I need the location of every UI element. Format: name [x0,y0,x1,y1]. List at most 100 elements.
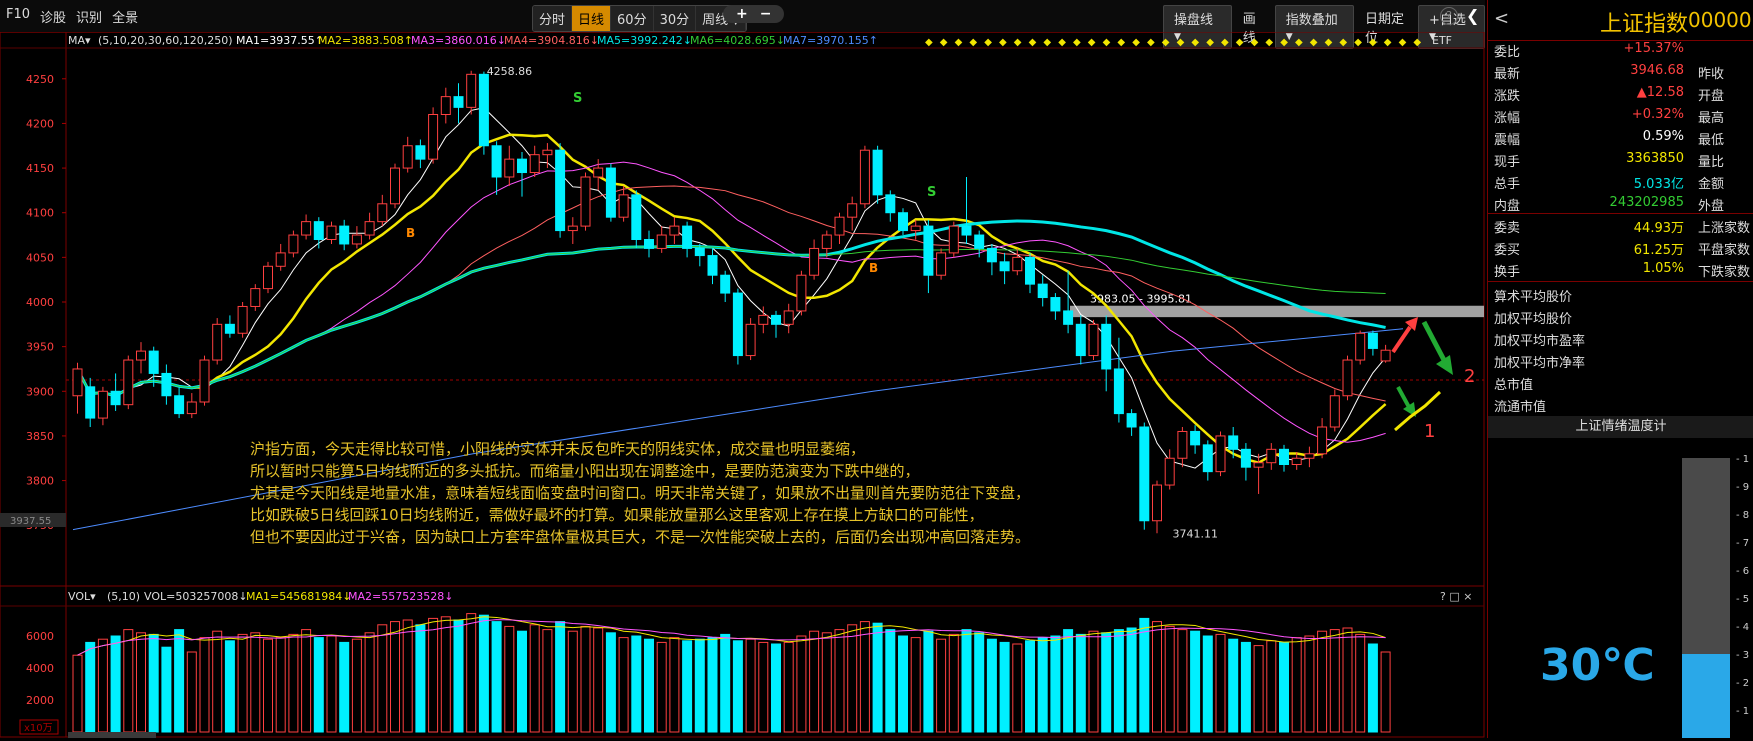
candle-body [834,216,845,236]
quote-row: 涨幅 +0.32% 最高 [1488,104,1753,126]
volume-ma-lines [77,616,1386,656]
panorama-button[interactable]: 全景 [112,7,138,26]
vol-panel-controls: ? □ × [1440,590,1472,603]
price-tick-label: 4200 [26,117,54,130]
tab-30min[interactable]: 30分 [653,6,697,31]
signal-diamond-row: ◆ ◆ ◆ ◆ ◆ ◆ ◆ ◆ ◆ ◆ ◆ ◆ ◆ ◆ ◆ ◆ ◆ ◆ ◆ ◆ ◆ ◆ ◆ ◆ ◆ ◆ ◆ ◆ ◆ ◆ ◆ ◆ ◆ ◆ [925,37,1421,48]
volume-bar [288,633,299,733]
vol-label: VOL▾ [68,590,96,603]
candle-body [809,247,820,276]
candle-body [529,154,540,174]
volume-bar [415,624,426,733]
tab-60min[interactable]: 60分 [611,6,654,31]
candle-body [974,234,985,249]
volume-bar [275,637,286,733]
signal-diamond: ◆ [1413,37,1421,48]
chart-area: MA▾ (5,10,20,30,60,120,250) MA1=3937.55↑… [0,31,1485,738]
kline-chart[interactable]: MA▾ (5,10,20,30,60,120,250) MA1=3937.55↑… [0,31,1485,738]
temperature-value: 30℃ [1540,640,1655,691]
index-stat-link[interactable]: 加权平均市净率 [1494,352,1585,371]
quote-row: 委比 +15.37% [1488,38,1753,60]
price-tick-label: 4150 [26,162,54,175]
index-stat-link[interactable]: 加权平均市盈率 [1494,330,1585,349]
candle-body [669,225,680,236]
f10-button[interactable]: F10 [6,7,30,26]
quote-label: 总手 [1494,177,1521,192]
index-stat-link[interactable]: 流通市值 [1494,396,1546,415]
candle-body [1139,426,1150,522]
volume-bar [478,614,489,733]
annotation-line-2: 所以暂时只能算5日均线附近的多头抵抗。而缩量小阳出现在调整途中，是要防范演变为下… [250,462,920,480]
volume-bar [1139,617,1150,733]
tab-intraday[interactable]: 分时 [533,6,573,31]
signal-diamond: ◆ [1221,37,1229,48]
candle-body [567,225,578,232]
volume-bar [1177,629,1188,733]
candle-body [1075,323,1086,357]
volume-bar [872,622,883,733]
volume-bar [72,654,83,733]
quote-right-label: 下跌家数 [1698,265,1751,280]
low-price-label: 3741.11 [1173,527,1219,540]
help-icon[interactable]: ? [1440,7,1458,25]
candle-body [1342,359,1353,397]
recognize-button[interactable]: 识别 [76,7,102,26]
back-arrow-icon[interactable]: < [1494,8,1509,29]
collapse-panel-icon[interactable]: ❮ [1466,6,1479,25]
volume-bar [783,641,794,733]
candle-body [999,261,1010,272]
diagnose-button[interactable]: 诊股 [40,7,66,26]
volume-bar [136,632,146,733]
quote-label: 震幅 [1494,133,1521,148]
index-code: 000001 [1688,8,1753,32]
candle-body [707,255,718,276]
volume-bar [326,635,337,733]
volume-bar [694,638,705,733]
candle-body [847,203,858,218]
candle-body [771,314,781,325]
zoom-out-button[interactable]: − [755,6,777,22]
volume-bar [859,621,870,733]
volume-bar [999,641,1010,733]
zoom-in-button[interactable]: + [731,6,753,22]
volume-bar [631,635,642,733]
candle-body [136,350,146,361]
candle-body [555,149,566,232]
quote-value: +0.32% [1631,107,1684,122]
candle-body [1101,323,1112,370]
index-stat-link[interactable]: 总市值 [1494,374,1533,393]
quote-value: 44.93万 [1633,221,1684,236]
volume-bar [313,637,324,733]
candle-body [542,149,553,156]
index-stat-link[interactable]: 加权平均股价 [1494,308,1572,327]
quote-label: 委比 [1494,45,1521,60]
candle-body [326,225,337,241]
ma-line-120 [77,245,1386,397]
candle-body [948,225,959,254]
candle-body [1329,395,1340,428]
vol-ma-line-5 [77,616,1386,656]
volume-bar [123,629,134,733]
quote-label: 换手 [1494,265,1521,280]
signal-diamond: ◆ [1310,37,1318,48]
ma4-value: MA4=3904.816↓ [504,34,599,47]
volume-bar [390,621,400,733]
volume-bar [199,637,210,733]
candle-body [237,305,248,334]
volume-bar [707,637,718,733]
quote-row: 震幅 0.59% 最低 [1488,126,1753,148]
index-name: 上证指数 [1600,12,1689,37]
tab-daily[interactable]: 日线 [572,6,612,31]
signal-diamond: ◆ [984,37,992,48]
volume-bar [428,617,439,733]
candle-body [453,96,464,108]
candle-body [821,234,832,249]
volume-bar [720,633,731,733]
analysis-annotation: 沪指方面，今天走得比较可惜，小阳线的实体并未反包昨天的阴线实体，成交量也明显萎缩… [250,438,1100,548]
candle-body [898,212,908,232]
signal-diamond: ◆ [955,37,963,48]
volume-bar [301,629,312,733]
price-tick-label: 4000 [26,296,54,309]
index-stat-link[interactable]: 算术平均股价 [1494,286,1572,305]
candle-body [110,390,121,406]
